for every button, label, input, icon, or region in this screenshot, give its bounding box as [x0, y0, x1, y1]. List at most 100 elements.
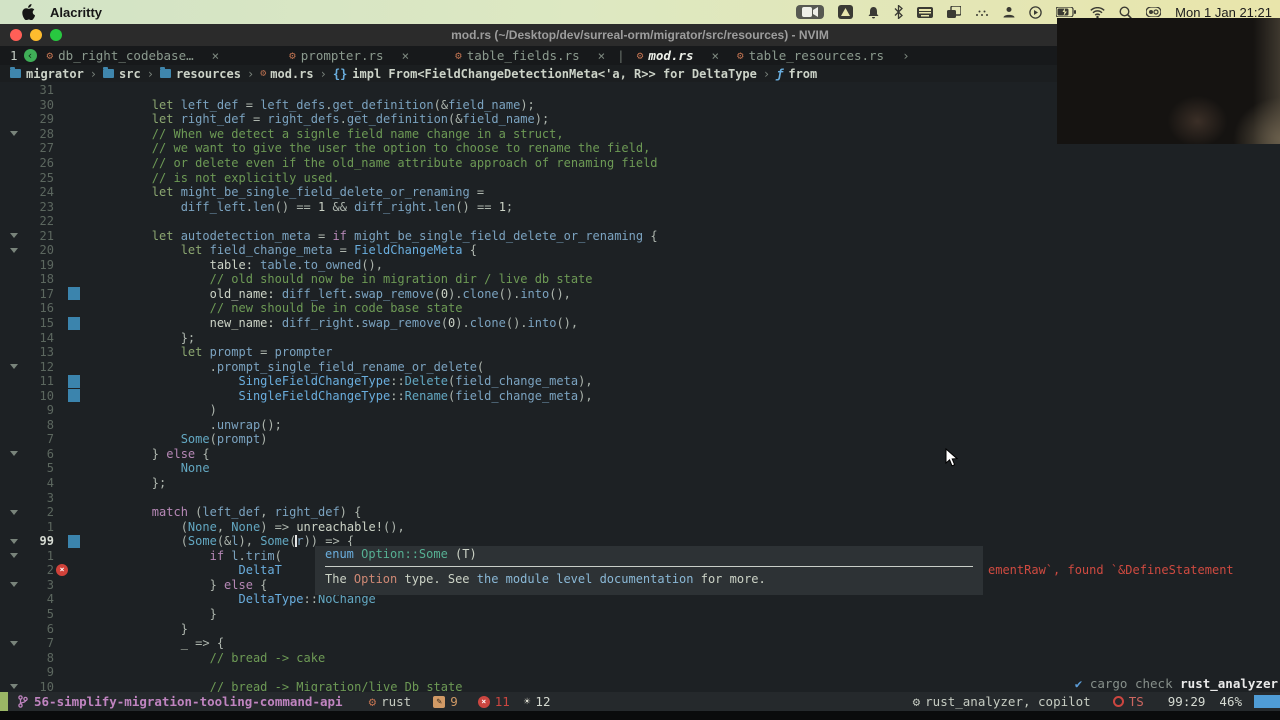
line-number: 11	[39, 374, 54, 389]
code-line[interactable]: 24 let might_be_single_field_delete_or_r…	[0, 185, 1280, 200]
apple-menu-icon[interactable]	[22, 4, 36, 20]
code-line[interactable]: 6 }	[0, 621, 1280, 636]
navigate-back-icon[interactable]: ‹	[23, 49, 37, 62]
git-change-mark	[68, 389, 80, 403]
rust-file-icon: ⚙	[636, 49, 644, 62]
breadcrumb-segment[interactable]: {} impl From<FieldChangeDetectionMeta<'a,…	[333, 67, 757, 81]
control-center-icon[interactable]	[1146, 7, 1162, 17]
tab-overflow-icon[interactable]: ›	[902, 48, 910, 63]
line-number: 16	[39, 301, 54, 316]
code-line[interactable]: 20 let field_change_meta = FieldChangeMe…	[0, 243, 1280, 258]
keyboard-icon[interactable]	[917, 6, 934, 18]
line-number: 14	[39, 330, 54, 345]
breadcrumb-segment[interactable]: ƒ from	[776, 67, 817, 81]
fold-column[interactable]	[0, 131, 28, 137]
breadcrumb-segment[interactable]: resources	[159, 67, 241, 81]
check-icon: ✔	[1074, 676, 1083, 691]
warning-triangle-icon[interactable]	[838, 5, 854, 19]
tab-db-right-codebase-[interactable]: ⚙ db_right_codebase… ×	[47, 48, 220, 63]
tab-prompter-rs[interactable]: ⚙ prompter.rs ×	[289, 48, 409, 63]
notification-bell-icon[interactable]	[867, 6, 880, 19]
app-menu-title[interactable]: Alacritty	[50, 5, 102, 20]
tab-table-fields-rs[interactable]: ⚙ table_fields.rs ×	[455, 48, 605, 63]
line-number: 5	[46, 461, 54, 476]
code-line[interactable]: 17 old_name: diff_left.swap_remove(0).cl…	[0, 287, 1280, 302]
code-line[interactable]: 11 SingleFieldChangeType::Delete(field_c…	[0, 374, 1280, 389]
line-number: 26	[39, 156, 54, 170]
code-line[interactable]: 7 _ => {	[0, 636, 1280, 651]
bluetooth-icon[interactable]	[894, 5, 904, 19]
fold-column[interactable]	[0, 640, 28, 646]
treesitter-icon	[1112, 696, 1124, 707]
code-line[interactable]: 10 SingleFieldChangeType::Rename(field_c…	[0, 388, 1280, 403]
fold-column[interactable]	[0, 684, 28, 690]
code-line[interactable]: 23 diff_left.len() == 1 && diff_right.le…	[0, 199, 1280, 214]
tab-label: db_right_codebase…	[58, 48, 194, 63]
line-number: 31	[39, 83, 54, 98]
fold-column[interactable]	[0, 451, 28, 457]
tab-close-icon[interactable]: ×	[711, 48, 719, 63]
tab-table-resources-rs[interactable]: ⚙ table_resources.rs ›	[737, 48, 910, 63]
line-number: 24	[39, 185, 54, 200]
fold-arrow-icon	[10, 451, 18, 457]
spotlight-search-icon[interactable]	[1119, 5, 1132, 19]
battery-charging-icon[interactable]	[1056, 7, 1077, 17]
tab-close-icon[interactable]: ×	[212, 48, 220, 63]
fold-column[interactable]	[0, 553, 28, 559]
fold-column[interactable]	[0, 247, 28, 253]
code-line[interactable]: 15 new_name: diff_right.swap_remove(0).c…	[0, 316, 1280, 331]
code-line[interactable]: 8 // bread -> cake	[0, 650, 1280, 665]
stage-manager-icon[interactable]	[947, 6, 962, 18]
wifi-icon[interactable]	[1090, 6, 1105, 18]
code-line[interactable]: 22	[0, 214, 1280, 229]
tab-close-icon[interactable]: ×	[402, 48, 410, 63]
dots-status-icon[interactable]	[975, 7, 989, 17]
code-line[interactable]: 25 // is not explicitly used.	[0, 170, 1280, 185]
filetype-segment: ⚙ rust	[369, 694, 412, 709]
code-line[interactable]: 9 )	[0, 403, 1280, 418]
statusline: 56-simplify-migration-tooling-command-ap…	[0, 692, 1280, 711]
screen-record-camera-icon[interactable]	[796, 5, 825, 19]
code-line[interactable]: 6 } else {	[0, 447, 1280, 462]
sign-column	[54, 374, 94, 388]
folder-icon	[10, 67, 21, 78]
line-number: 2	[46, 505, 54, 520]
tab-count-label: 1	[10, 48, 18, 63]
code-line[interactable]: 7 Some(prompt)	[0, 432, 1280, 447]
fold-column[interactable]	[0, 538, 28, 544]
code-line[interactable]: 5 }	[0, 607, 1280, 622]
scrollbar-indicator[interactable]	[1254, 695, 1280, 708]
code-line[interactable]: 13 let prompt = prompter	[0, 345, 1280, 360]
breadcrumb-segment[interactable]: src	[103, 67, 141, 81]
code-line[interactable]: 21 let autodetection_meta = if might_be_…	[0, 228, 1280, 243]
code-line[interactable]: 5 None	[0, 461, 1280, 476]
breadcrumb-segment[interactable]: ⚙ mod.rs	[260, 67, 313, 81]
play-circle-icon[interactable]	[1029, 5, 1042, 19]
code-line[interactable]: 4 };	[0, 476, 1280, 491]
code-line[interactable]: 12 .prompt_single_field_rename_or_delete…	[0, 359, 1280, 374]
tab-close-icon[interactable]: ×	[598, 48, 606, 63]
git-branch-icon	[18, 695, 28, 708]
error-sign-icon: ×	[56, 564, 68, 577]
fold-column[interactable]	[0, 509, 28, 515]
fold-column[interactable]	[0, 233, 28, 239]
fold-column[interactable]	[0, 364, 28, 370]
code-line[interactable]: 18 // old should now be in migration dir…	[0, 272, 1280, 287]
code-line[interactable]: 26 // or delete even if the old_name att…	[0, 156, 1280, 171]
code-line[interactable]: 1 (None, None) => unreachable!(),	[0, 519, 1280, 534]
code-line[interactable]: 19 table: table.to_owned(),	[0, 258, 1280, 273]
code-line[interactable]: 8 .unwrap();	[0, 418, 1280, 433]
breadcrumb-separator: ›	[146, 66, 154, 81]
code-editor[interactable]: 31 30 let left_def = left_defs.get_defini…	[0, 83, 1280, 694]
breadcrumb-segment[interactable]: migrator	[10, 67, 84, 81]
code-line[interactable]: 3	[0, 490, 1280, 505]
code-line[interactable]: 16 // new should be in code base state	[0, 301, 1280, 316]
user-switch-icon[interactable]	[1003, 6, 1015, 18]
code-line[interactable]: 14 };	[0, 330, 1280, 345]
fold-column[interactable]	[0, 582, 28, 588]
folder-icon	[159, 67, 171, 78]
rust-file-icon: ⚙	[289, 49, 296, 62]
line-number: 23	[39, 199, 54, 214]
code-line[interactable]: 2 match (left_def, right_def) {	[0, 505, 1280, 520]
tab-mod-rs[interactable]: ⚙ mod.rs ×	[637, 48, 719, 63]
